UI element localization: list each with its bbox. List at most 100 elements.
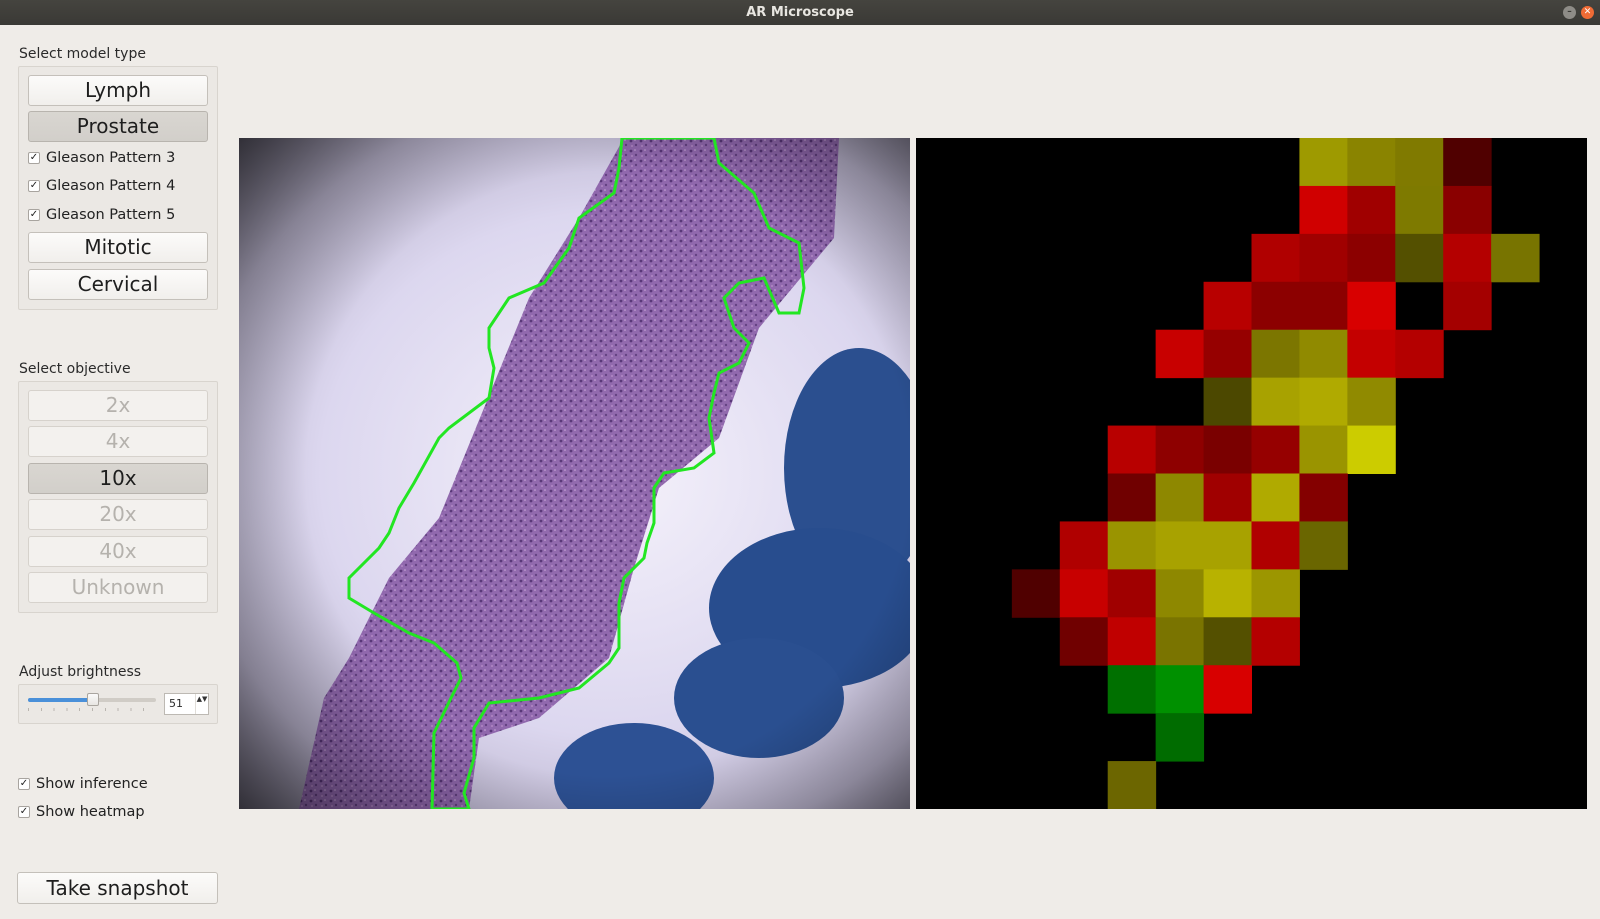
brightness-group: 51 ▲▼ [18, 684, 218, 724]
heatmap-cell [1107, 473, 1157, 522]
window-title: AR Microscope [746, 5, 854, 20]
brightness-label: Adjust brightness [19, 664, 142, 680]
checkbox-check-icon: ✓ [18, 806, 30, 818]
heatmap-cell [1347, 233, 1396, 283]
show-heatmap-label: Show heatmap [36, 804, 145, 820]
heatmap-cell [1347, 329, 1396, 379]
heatmap-cell [1251, 281, 1300, 331]
checkbox-check-icon: ✓ [28, 152, 40, 164]
show-inference-label: Show inference [36, 776, 148, 792]
checkbox-check-icon: ✓ [28, 180, 40, 192]
heatmap-cell [1155, 617, 1205, 666]
heatmap-cell [1395, 138, 1444, 187]
heatmap-cell [1443, 281, 1492, 331]
heatmap-cell [1347, 425, 1396, 474]
show-inference-checkbox[interactable]: ✓ Show inference [18, 776, 148, 792]
heatmap-cell [1251, 377, 1300, 427]
brightness-value: 51 [169, 697, 183, 710]
objective-unknown-button[interactable]: Unknown [28, 572, 208, 603]
heatmap-cell [1203, 377, 1252, 427]
brightness-spinbox[interactable]: 51 ▲▼ [164, 693, 209, 715]
vignette [239, 138, 910, 809]
objective-40x-button[interactable]: 40x [28, 536, 208, 567]
heatmap-cell [1395, 329, 1444, 379]
show-heatmap-checkbox[interactable]: ✓ Show heatmap [18, 804, 145, 820]
heatmap-cell [1251, 521, 1300, 570]
minimize-icon[interactable]: – [1563, 6, 1576, 19]
heatmap-cell [1347, 281, 1396, 331]
gleason-pattern-5-label: Gleason Pattern 5 [46, 207, 176, 223]
heatmap-cell [1347, 138, 1396, 187]
heatmap-cell [1059, 521, 1109, 570]
checkbox-check-icon: ✓ [18, 778, 30, 790]
objective-10x-button[interactable]: 10x [28, 463, 208, 494]
heatmap-cell [1299, 138, 1348, 187]
heatmap-cell [1299, 185, 1348, 235]
brightness-slider-fill [28, 698, 94, 702]
heatmap-cell [1011, 569, 1061, 618]
objective-20x-button[interactable]: 20x [28, 499, 208, 530]
heatmap-grid [1011, 138, 1540, 809]
brightness-slider-ticks [28, 708, 156, 711]
objective-2x-button[interactable]: 2x [28, 390, 208, 421]
gleason-pattern-3-checkbox[interactable]: ✓ Gleason Pattern 3 [28, 150, 175, 166]
take-snapshot-button[interactable]: Take snapshot [17, 872, 218, 904]
heatmap-cell [1299, 281, 1348, 331]
model-type-group: Lymph Prostate ✓ Gleason Pattern 3 ✓ Gle… [18, 66, 218, 310]
checkbox-check-icon: ✓ [28, 209, 40, 221]
heatmap-cell [1251, 569, 1300, 618]
cervical-button[interactable]: Cervical [28, 269, 208, 300]
heatmap-cell [1299, 329, 1348, 379]
heatmap-cell [1203, 665, 1252, 714]
prostate-button[interactable]: Prostate [28, 111, 208, 142]
gleason-pattern-4-checkbox[interactable]: ✓ Gleason Pattern 4 [28, 178, 175, 194]
heatmap-cell [1107, 617, 1157, 666]
gleason-pattern-3-label: Gleason Pattern 3 [46, 150, 176, 166]
heatmap-cell [1107, 761, 1157, 809]
gleason-pattern-4-label: Gleason Pattern 4 [46, 178, 176, 194]
heatmap-cell [1155, 473, 1205, 522]
heatmap-cell [1155, 329, 1205, 379]
gleason-pattern-5-checkbox[interactable]: ✓ Gleason Pattern 5 [28, 207, 175, 223]
microscope-image [239, 138, 910, 809]
heatmap-cell [1443, 185, 1492, 235]
heatmap-cell [1347, 377, 1396, 427]
heatmap-cell [1059, 617, 1109, 666]
close-icon[interactable]: ✕ [1581, 6, 1594, 19]
microscope-view [239, 138, 910, 809]
heatmap-cell [1443, 138, 1492, 187]
objective-label: Select objective [19, 361, 131, 377]
heatmap-cell [1251, 473, 1300, 522]
heatmap-cell [1251, 329, 1300, 379]
heatmap-cell [1155, 569, 1205, 618]
objective-4x-button[interactable]: 4x [28, 426, 208, 457]
heatmap-cell [1491, 233, 1540, 283]
window-titlebar: AR Microscope – ✕ [0, 0, 1600, 25]
lymph-button[interactable]: Lymph [28, 75, 208, 106]
heatmap-cell [1347, 185, 1396, 235]
heatmap-cell [1203, 329, 1252, 379]
heatmap-cell [1155, 665, 1205, 714]
heatmap-cell [1251, 617, 1300, 666]
heatmap-cell [1203, 569, 1252, 618]
objective-group: 2x 4x 10x 20x 40x Unknown [18, 381, 218, 613]
heatmap-cell [1299, 521, 1348, 570]
heatmap-cell [1443, 233, 1492, 283]
heatmap-cell [1107, 665, 1157, 714]
heatmap-cell [1107, 521, 1157, 570]
heatmap-cell [1203, 617, 1252, 666]
spin-arrows-icon[interactable]: ▲▼ [195, 694, 208, 714]
heatmap-cell [1107, 569, 1157, 618]
mitotic-button[interactable]: Mitotic [28, 232, 208, 263]
heatmap-view [916, 138, 1587, 809]
heatmap-cell [1395, 233, 1444, 283]
brightness-slider-handle[interactable] [87, 693, 100, 706]
heatmap-cell [1203, 473, 1252, 522]
heatmap-cell [1203, 521, 1252, 570]
heatmap-cell [1299, 233, 1348, 283]
heatmap-cell [1155, 521, 1205, 570]
heatmap-cell [1299, 377, 1348, 427]
model-type-label: Select model type [19, 46, 146, 62]
heatmap-cell [1251, 233, 1300, 283]
heatmap-cell [1059, 569, 1109, 618]
